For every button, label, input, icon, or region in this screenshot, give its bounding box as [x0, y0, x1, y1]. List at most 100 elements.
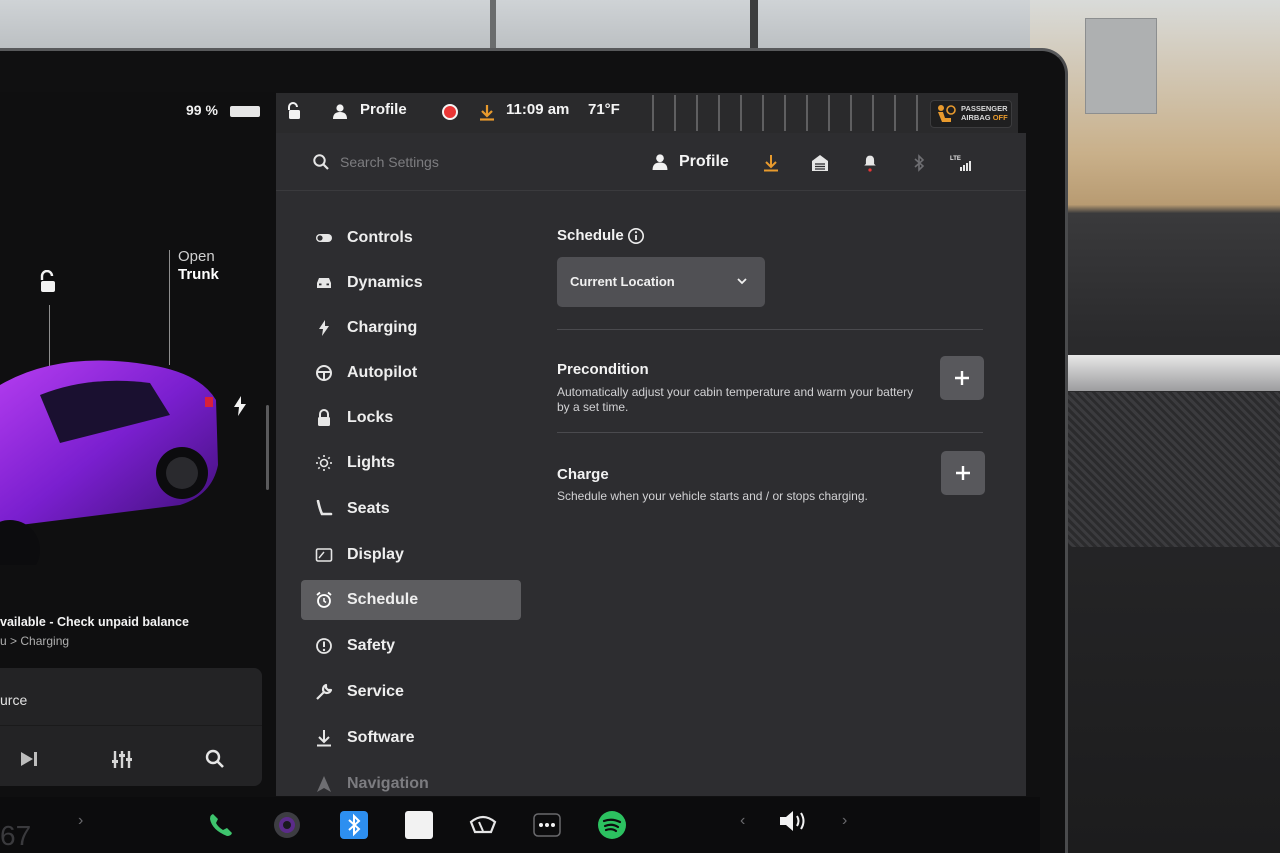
volume-down-chevron-icon[interactable]: ‹ [740, 812, 745, 830]
airbag-line-1: PASSENGER [961, 104, 1008, 113]
unlock-icon[interactable] [286, 102, 302, 120]
navigation-icon [317, 776, 331, 792]
app-dock [0, 797, 1040, 853]
background-pole [750, 0, 758, 52]
charge-title: Charge [557, 466, 609, 483]
lte-signal-icon: LTE [950, 156, 971, 171]
background-pole [490, 0, 496, 52]
location-dropdown[interactable]: Current Location [557, 257, 765, 307]
nav-label: Autopilot [347, 364, 418, 381]
status-temperature: 71°F [588, 101, 620, 118]
speed-readout: 67 [0, 820, 32, 851]
car-panel-scrollbar[interactable] [266, 405, 269, 490]
divider [557, 432, 983, 433]
media-search-icon[interactable] [203, 748, 227, 770]
nav-software[interactable]: Software [301, 718, 521, 758]
nav-lights[interactable]: Lights [301, 443, 521, 483]
chevron-down-icon [737, 278, 747, 285]
nav-label: Display [347, 546, 404, 563]
airbag-status-text: PASSENGER AIRBAG OFF [961, 104, 1008, 122]
media-source-label: urce [0, 692, 28, 708]
plus-icon [956, 466, 970, 480]
open-trunk-button[interactable]: Open Trunk [178, 248, 219, 284]
nav-label: Seats [347, 500, 390, 517]
charge-description: Schedule when your vehicle starts and / … [557, 489, 868, 503]
dashboard-trim [1065, 355, 1280, 391]
bell-icon[interactable] [861, 154, 879, 172]
add-precondition-button[interactable] [940, 356, 984, 400]
bolt-icon [319, 320, 329, 336]
nav-safety[interactable]: Safety [301, 626, 521, 666]
camera-icon[interactable] [272, 810, 302, 840]
nav-label: Service [347, 683, 404, 700]
nav-label: Dynamics [347, 274, 423, 291]
battery-percent: 99 % [186, 102, 218, 118]
spotify-icon[interactable] [597, 810, 627, 840]
car-icon [317, 278, 331, 288]
nav-label: Safety [347, 637, 396, 654]
schedule-title: Schedule [557, 227, 624, 244]
phone-icon[interactable] [206, 810, 236, 840]
next-track-icon[interactable] [18, 748, 42, 770]
bluetooth-icon[interactable] [339, 810, 369, 840]
toggle-icon [316, 234, 332, 242]
nav-label: Locks [347, 409, 394, 426]
wiper-icon[interactable] [468, 810, 498, 840]
nav-label: Lights [347, 454, 395, 471]
volume-icon[interactable] [778, 808, 810, 834]
airbag-seat-icon [938, 105, 956, 122]
nav-controls[interactable]: Controls [301, 218, 521, 258]
airbag-line-2: AIRBAG [961, 113, 991, 122]
nav-label: Controls [347, 229, 413, 246]
dashcam-record-icon[interactable] [442, 104, 458, 120]
nav-label: Schedule [347, 591, 419, 608]
seat-icon [316, 500, 333, 516]
media-divider [0, 725, 262, 726]
notepad-icon[interactable] [404, 810, 434, 840]
nav-locks[interactable]: Locks [301, 398, 521, 438]
add-charge-schedule-button[interactable] [941, 451, 985, 495]
divider [557, 329, 983, 330]
wrench-icon [316, 683, 333, 700]
trunk-leader-line [169, 250, 170, 365]
download-icon[interactable] [762, 154, 780, 172]
nav-schedule[interactable]: Schedule [301, 580, 521, 620]
charging-alert-path: u > Charging [0, 634, 70, 648]
battery-icon [230, 106, 260, 117]
status-profile[interactable]: Profile [360, 101, 407, 118]
nav-seats[interactable]: Seats [301, 489, 521, 529]
location-dropdown-value: Current Location [570, 274, 675, 289]
search-settings-input[interactable] [340, 151, 540, 173]
airbag-line-3: OFF [992, 113, 1008, 122]
unlock-icon[interactable] [37, 270, 59, 294]
nav-navigation[interactable]: Navigation [301, 764, 521, 794]
nav-charging[interactable]: Charging [301, 308, 521, 348]
plus-icon [955, 371, 969, 385]
search-icon [313, 154, 329, 170]
sun-icon [316, 455, 332, 471]
info-icon[interactable] [627, 227, 645, 245]
nav-service[interactable]: Service [301, 672, 521, 712]
garage-icon[interactable] [811, 154, 829, 172]
svg-text:LTE: LTE [950, 156, 961, 162]
bluetooth-icon[interactable] [910, 154, 928, 172]
header-profile-button[interactable]: Profile [679, 153, 729, 171]
display-icon [315, 548, 333, 562]
more-icon[interactable] [532, 810, 562, 840]
volume-up-chevron-icon[interactable]: › [842, 812, 847, 830]
nav-display[interactable]: Display [301, 535, 521, 575]
equalizer-icon[interactable] [110, 748, 134, 770]
status-bar-glare [632, 95, 922, 131]
info-circle-icon [316, 638, 332, 654]
status-time: 11:09 am [506, 101, 570, 118]
nav-label: Software [347, 729, 415, 746]
chevron-right-icon[interactable]: › [78, 812, 83, 830]
alarm-clock-icon [316, 591, 332, 608]
profile-icon [652, 154, 668, 170]
software-download-icon[interactable] [479, 104, 495, 121]
nav-dynamics[interactable]: Dynamics [301, 263, 521, 303]
carbon-fiber-trim [1068, 392, 1280, 547]
steering-wheel-icon [316, 365, 332, 381]
charging-alert-message: vailable - Check unpaid balance [0, 615, 189, 629]
nav-autopilot[interactable]: Autopilot [301, 353, 521, 393]
